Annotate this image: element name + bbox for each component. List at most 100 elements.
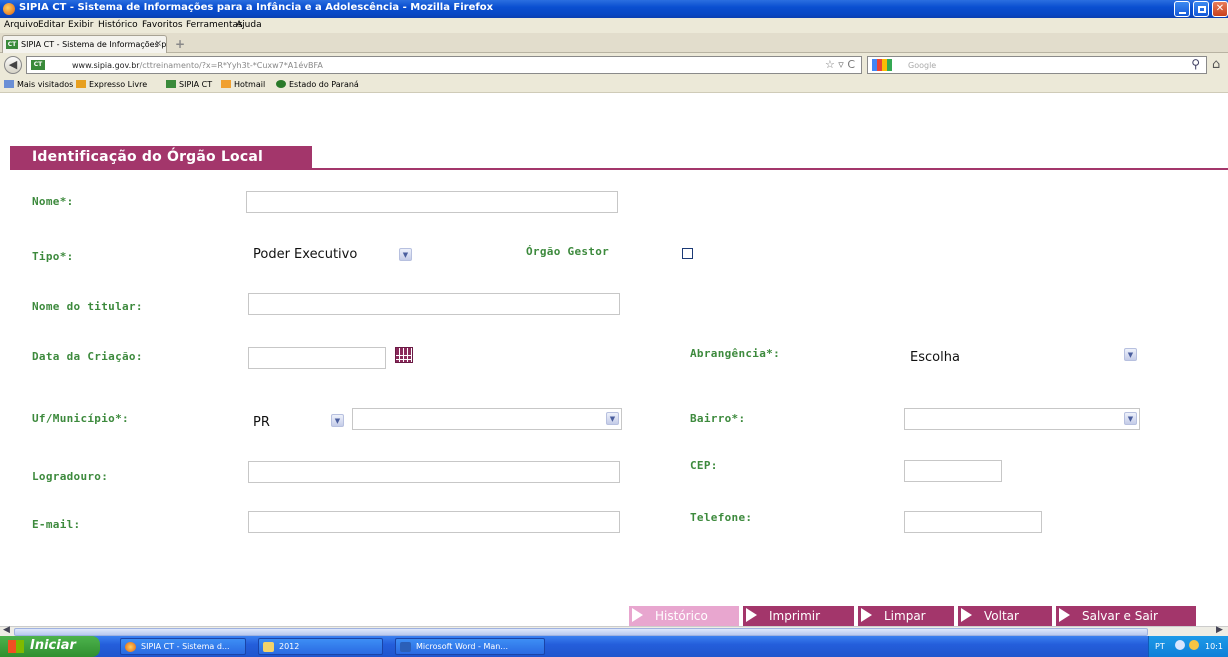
orgao-gestor-checkbox[interactable] [682,248,693,259]
taskbar-item-word[interactable]: Microsoft Word - Man... [395,638,545,655]
home-icon[interactable]: ⌂ [1212,57,1220,72]
scroll-left-icon[interactable]: ◀ [3,625,10,635]
tab-bar: CT SIPIA CT - Sistema de Informações par… [0,33,1228,53]
start-label: Iniciar [30,638,76,653]
start-button[interactable]: Iniciar [0,636,100,657]
minimize-button[interactable] [1174,1,1190,17]
chevron-down-icon: ▼ [399,248,412,261]
uf-select[interactable]: PR ▼ [247,410,347,434]
firefox-icon [3,3,15,15]
scrollbar-thumb[interactable] [14,628,1148,636]
url-bar[interactable]: CT www.sipia.gov.br/cttreinamento/?x=R*Y… [26,56,862,74]
email-label: E-mail: [32,518,81,531]
security-icon[interactable] [1189,640,1199,650]
close-button[interactable]: ✕ [1212,1,1228,17]
system-tray: PT 10:1 [1148,636,1228,657]
network-icon[interactable] [1175,640,1185,650]
chevron-down-icon: ▼ [1124,412,1137,425]
telefone-input[interactable] [904,511,1042,533]
menu-bar: Arquivo Editar Exibir Histórico Favorito… [0,18,1228,33]
menu-ferramentas[interactable]: Ferramentas [186,20,243,30]
hotmail-icon [221,80,231,88]
voltar-button[interactable]: Voltar [958,606,1052,626]
bairro-label: Bairro*: [690,412,746,425]
menu-editar[interactable]: Editar [38,20,65,30]
menu-arquivo[interactable]: Arquivo [4,20,38,30]
firefox-icon [125,642,136,652]
back-button[interactable]: ◀ [4,56,22,74]
data-criacao-input[interactable] [248,347,386,369]
cep-input[interactable] [904,460,1002,482]
arrow-right-icon [746,608,757,622]
logradouro-label: Logradouro: [32,470,109,483]
close-icon: ✕ [1215,3,1225,14]
taskbar-item-folder[interactable]: 2012 [258,638,383,655]
url-path: /cttreinamento/?x=R*Yyh3t-*Cuxw7*A1évBFA [139,61,323,70]
bookmark-mais-visitados[interactable]: Mais visitados [4,80,73,89]
bookmark-expresso-livre[interactable]: Expresso Livre [76,80,147,89]
search-icon[interactable]: ⚲ [1191,57,1200,71]
page-title: Identificação do Órgão Local [10,146,312,170]
language-indicator[interactable]: PT [1155,642,1165,651]
uf-municipio-label: Uf/Município*: [32,412,129,425]
menu-favoritos[interactable]: Favoritos [142,20,183,30]
site-identity-icon: CT [31,60,45,70]
minimize-icon [1175,2,1189,16]
limpar-button[interactable]: Limpar [858,606,954,626]
menu-ajuda[interactable]: Ajuda [236,20,262,30]
bookmarks-toolbar: Mais visitados Expresso Livre SIPIA CT H… [0,77,1228,93]
nome-input[interactable] [246,191,618,213]
windows-taskbar: Iniciar SIPIA CT - Sistema d... 2012 Mic… [0,636,1228,657]
abrangencia-select[interactable]: Escolha ▼ [904,344,1140,370]
calendar-icon[interactable] [395,347,413,363]
bookmark-hotmail[interactable]: Hotmail [221,80,265,89]
bookmark-sipia-ct[interactable]: SIPIA CT [166,80,212,89]
orgao-gestor-label: Órgão Gestor [526,245,610,258]
sipia-favicon-icon: CT [6,40,18,49]
search-input[interactable]: Google ⚲ [867,56,1207,74]
horizontal-scrollbar[interactable]: ◀ ▶ [0,625,1228,636]
abrangencia-value: Escolha [910,350,960,365]
email-input[interactable] [248,511,620,533]
chevron-down-icon: ▼ [331,414,344,427]
bookmark-star-reload-icon[interactable]: ☆ ▿ C [825,58,855,71]
historico-button[interactable]: Histórico [629,606,739,626]
restore-icon [1198,6,1206,13]
page-content: Identificação do Órgão Local Nome*: Tipo… [10,94,1228,626]
uf-value: PR [253,415,270,430]
arrow-right-icon [1059,608,1070,622]
restore-button[interactable] [1193,1,1209,17]
tab-close-icon[interactable]: × [154,39,162,49]
bairro-select[interactable]: ▼ [904,408,1140,430]
bookmark-estado-parana[interactable]: Estado do Paraná [276,80,359,89]
tipo-select[interactable]: Poder Executivo ▼ [247,244,415,266]
salvar-sair-button[interactable]: Salvar e Sair [1056,606,1196,626]
browser-tab[interactable]: CT SIPIA CT - Sistema de Informações par… [2,35,167,53]
chevron-down-icon: ▼ [1124,348,1137,361]
arrow-right-icon [632,608,643,622]
logradouro-input[interactable] [248,461,620,483]
arrow-right-icon [961,608,972,622]
scroll-right-icon[interactable]: ▶ [1216,625,1223,635]
globe-icon [276,80,286,88]
window-title: SIPIA CT - Sistema de Informações para a… [19,2,494,13]
menu-exibir[interactable]: Exibir [68,20,93,30]
nome-titular-label: Nome do titular: [32,300,143,313]
municipio-select[interactable]: ▼ [352,408,622,430]
taskbar-item-firefox[interactable]: SIPIA CT - Sistema d... [120,638,246,655]
tab-label: SIPIA CT - Sistema de Informações para a… [21,40,167,49]
telefone-label: Telefone: [690,511,753,524]
menu-historico[interactable]: Histórico [98,20,138,30]
nome-label: Nome*: [32,195,74,208]
tipo-value: Poder Executivo [253,247,358,262]
data-criacao-label: Data da Criação: [32,350,143,363]
cep-label: CEP: [690,459,718,472]
word-icon [400,642,411,652]
imprimir-button[interactable]: Imprimir [743,606,854,626]
window-title-bar: SIPIA CT - Sistema de Informações para a… [0,0,1228,18]
folder-icon [4,80,14,88]
google-engine-icon[interactable] [872,59,892,71]
nome-titular-input[interactable] [248,293,620,315]
new-tab-button[interactable]: + [172,37,188,51]
arrow-right-icon [861,608,872,622]
